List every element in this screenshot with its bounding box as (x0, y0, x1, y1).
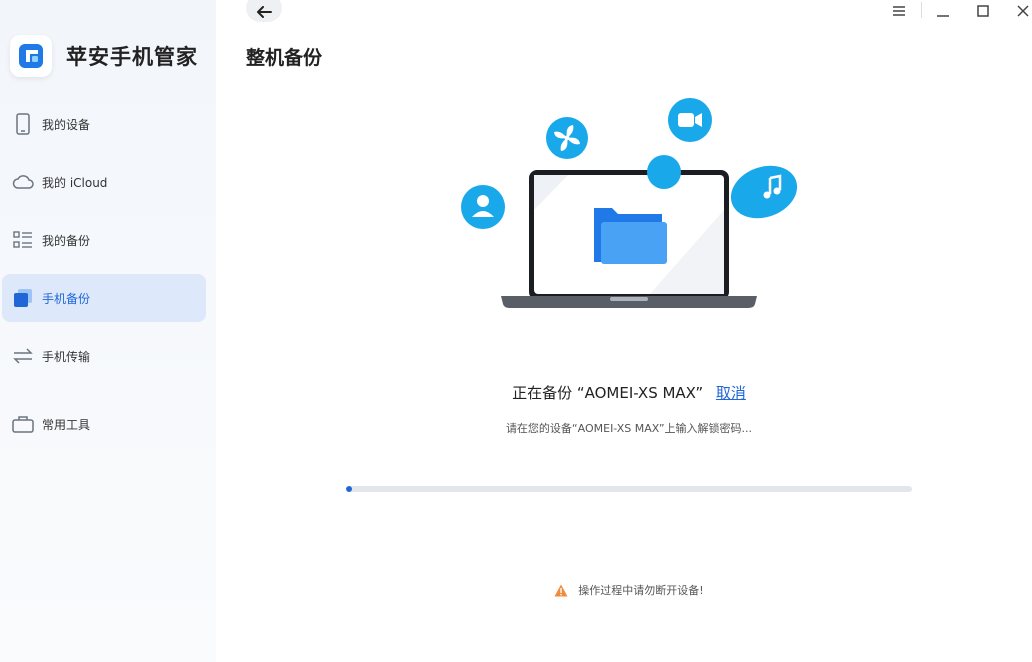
progress-fill (346, 486, 352, 492)
unlock-hint: 请在您的设备“AOMEI-XS MAX”上输入解锁密码... (505, 422, 753, 435)
video-camera-icon (668, 98, 712, 142)
sidebar-item-phone-transfer[interactable]: 手机传输 (2, 332, 206, 380)
sidebar-item-label: 手机传输 (42, 349, 91, 364)
sidebar-item-label: 手机备份 (42, 291, 91, 306)
minimize-button[interactable] (932, 0, 954, 22)
list-icon (12, 229, 34, 251)
fan-icon (546, 117, 588, 159)
backup-progress-bar (346, 486, 912, 492)
warning-text: 操作过程中请勿断开设备! (578, 584, 704, 597)
sidebar-item-label: 我的 iCloud (42, 175, 108, 190)
app-logo-icon (10, 35, 52, 77)
phone-icon (12, 113, 34, 135)
sidebar-item-my-backups[interactable]: 我的备份 (2, 216, 206, 264)
warning-icon (554, 584, 568, 597)
sidebar: 苹安手机管家 我的设备 我的 iCloud 我的备份 手机备份 手机传输 常用工… (0, 0, 216, 662)
hamburger-menu-icon (892, 5, 906, 17)
backup-illustration (461, 98, 798, 308)
page-title: 整机备份 (246, 47, 323, 69)
app-name: 苹安手机管家 (66, 45, 198, 69)
warning-message: 操作过程中请勿断开设备! (246, 582, 1012, 598)
minimize-icon (936, 4, 950, 18)
sidebar-item-tools[interactable]: 常用工具 (2, 400, 206, 448)
sidebar-item-my-icloud[interactable]: 我的 iCloud (2, 158, 206, 206)
sidebar-item-label: 常用工具 (42, 417, 91, 432)
backup-status: 正在备份 “AOMEI-XS MAX” 取消 (246, 382, 1012, 403)
folder-icon (594, 208, 667, 264)
contact-icon (461, 185, 505, 229)
brand: 苹安手机管家 (10, 34, 198, 78)
toolbox-icon (12, 413, 34, 435)
divider (921, 2, 922, 18)
maximize-button[interactable] (972, 0, 994, 22)
music-note-icon (730, 165, 798, 219)
menu-button[interactable] (888, 0, 910, 22)
back-button[interactable] (246, 0, 282, 22)
dot-icon (647, 155, 681, 189)
arrow-left-icon (256, 6, 272, 18)
cloud-icon (12, 171, 34, 193)
close-button[interactable] (1012, 0, 1032, 22)
maximize-icon (977, 5, 989, 17)
sidebar-item-phone-backup[interactable]: 手机备份 (2, 274, 206, 322)
close-icon (1017, 5, 1029, 17)
transfer-icon (12, 345, 34, 367)
sidebar-item-label: 我的设备 (42, 117, 91, 132)
sidebar-item-label: 我的备份 (42, 233, 91, 248)
sidebar-item-my-devices[interactable]: 我的设备 (2, 100, 206, 148)
cancel-link[interactable]: 取消 (716, 384, 746, 402)
backup-status-text: 正在备份 “AOMEI-XS MAX” (512, 384, 704, 402)
backup-icon (12, 287, 34, 309)
